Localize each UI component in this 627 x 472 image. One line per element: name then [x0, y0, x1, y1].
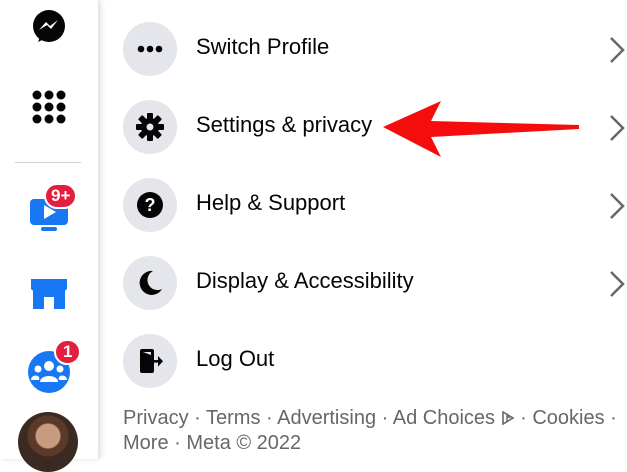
- shop-icon: [31, 279, 67, 309]
- menu-item-label: Log Out: [196, 346, 275, 371]
- menu-grid-button[interactable]: [22, 80, 76, 134]
- chevron-right-icon: [610, 37, 625, 63]
- profile-avatar[interactable]: [18, 412, 78, 472]
- footer-link-cookies[interactable]: Cookies: [532, 407, 604, 429]
- ad-choices-icon: [501, 410, 515, 426]
- marketplace-button[interactable]: [22, 264, 76, 318]
- footer-link-terms[interactable]: Terms: [206, 407, 260, 429]
- messenger-button[interactable]: [22, 0, 76, 54]
- footer-links: Privacy · Terms · Advertising · Ad Choic…: [123, 407, 617, 454]
- ellipsis-icon: [137, 45, 163, 53]
- chevron-right-icon: [610, 115, 625, 141]
- watch-badge: 9+: [44, 183, 78, 209]
- chevron-right-icon: [610, 271, 625, 297]
- menu-item-help-support[interactable]: ? Help & Support: [123, 178, 627, 232]
- menu-item-label: Settings & privacy: [196, 112, 373, 137]
- menu-item-display-accessibility[interactable]: Display & Accessibility: [123, 256, 627, 310]
- svg-text:?: ?: [145, 195, 156, 215]
- groups-badge: 1: [54, 339, 82, 365]
- rail-divider: [15, 162, 81, 163]
- left-rail: 9+ 1: [0, 0, 99, 472]
- menu-item-label: Display & Accessibility: [196, 268, 414, 293]
- moon-icon: [139, 270, 162, 295]
- menu-item-switch-profile[interactable]: Switch Profile: [123, 22, 627, 76]
- menu-item-label: Help & Support: [196, 190, 346, 215]
- question-icon: ?: [137, 192, 163, 218]
- annotation-arrow: [383, 101, 579, 157]
- logout-icon: [140, 349, 163, 373]
- chevron-right-icon: [610, 193, 625, 219]
- account-menu: Switch Profile Settings & privacy ? Help…: [99, 0, 627, 459]
- menu-item-log-out[interactable]: Log Out: [123, 334, 627, 388]
- messenger-icon: [33, 10, 65, 42]
- footer-copyright: Meta © 2022: [186, 432, 302, 454]
- footer-link-privacy[interactable]: Privacy: [123, 407, 189, 429]
- menu-item-label: Switch Profile: [196, 34, 330, 59]
- gear-icon: [136, 113, 164, 141]
- footer-link-more[interactable]: More: [123, 432, 169, 454]
- grid-icon: [32, 90, 66, 124]
- footer-link-advertising[interactable]: Advertising: [277, 407, 376, 429]
- footer-link-ad-choices[interactable]: Ad Choices: [393, 407, 515, 429]
